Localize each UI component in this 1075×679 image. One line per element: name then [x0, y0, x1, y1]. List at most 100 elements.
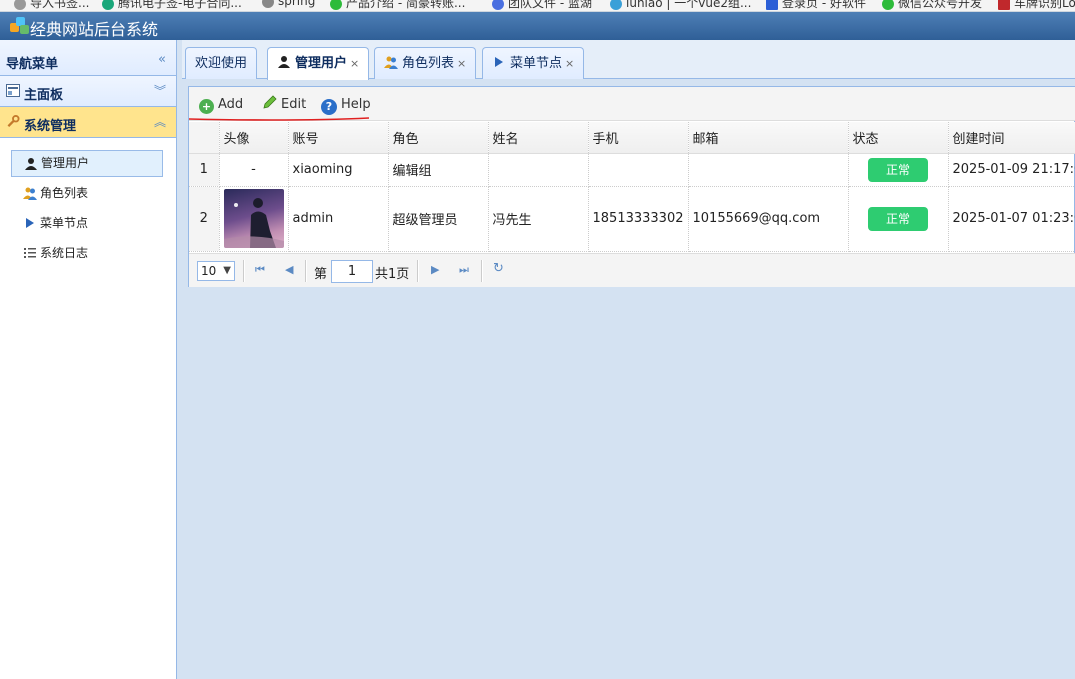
- avatar: [223, 189, 284, 248]
- content-tabs: 欢迎使用 管理用户 × 角色列表 × 菜单节点 ×: [182, 40, 1075, 80]
- pager-divider: [481, 260, 483, 282]
- table-row[interactable]: 2 admin 超级管理员 冯先生 18513333302 10155669@q…: [189, 186, 1075, 252]
- account-cell: xiaoming: [288, 153, 389, 187]
- created-cell: 2025-01-09 21:17:02: [948, 153, 1075, 187]
- bookmark-item[interactable]: 产品介绍 - 简豪转账...: [330, 0, 465, 11]
- user-table: 头像 账号 角色 姓名 手机 邮箱 状态 创建时间 1 - xiaoming 编…: [189, 122, 1075, 252]
- grid-toolbar: + Add Edit ? Help: [189, 87, 1075, 121]
- bookmark-label: 登录页 - 好软件: [782, 0, 866, 10]
- column-header-status[interactable]: 状态: [848, 122, 949, 154]
- close-icon[interactable]: ×: [457, 57, 466, 70]
- tab-welcome[interactable]: 欢迎使用: [185, 47, 258, 79]
- bookmark-item[interactable]: luniao | 一个vue2组...: [610, 0, 751, 11]
- bookmark-label: luniao | 一个vue2组...: [626, 0, 752, 10]
- bookmark-item[interactable]: 微信公众号开发: [882, 0, 982, 11]
- bookmark-item[interactable]: spring: [262, 0, 315, 8]
- page-size-value: 10: [201, 264, 217, 278]
- play-icon: [495, 57, 503, 67]
- sidebar-section-label: 主面板: [24, 88, 64, 103]
- sidebar-item-menu-nodes[interactable]: 菜单节点: [11, 210, 163, 237]
- user-icon: [25, 158, 37, 170]
- avatar-cell: [219, 186, 289, 252]
- app-header: 经典网站后台系统: [0, 12, 1075, 40]
- status-cell: 正常: [848, 186, 949, 252]
- column-header-created[interactable]: 创建时间: [948, 122, 1075, 154]
- status-badge: 正常: [868, 206, 928, 231]
- close-icon[interactable]: ×: [565, 57, 574, 70]
- bookmark-label: 导入书签...: [30, 0, 90, 10]
- double-chevron-down-icon: ︾: [153, 84, 166, 98]
- last-page-icon[interactable]: ⏭: [459, 263, 469, 277]
- tab-role-list[interactable]: 角色列表 ×: [374, 47, 477, 79]
- column-header-role[interactable]: 角色: [388, 122, 489, 154]
- email-cell: [688, 153, 849, 187]
- app-title: 经典网站后台系统: [30, 20, 159, 39]
- users-icon: [384, 56, 398, 69]
- user-grid-panel: + Add Edit ? Help 头像 账号 角色 姓名 手机 邮箱 状态 创…: [188, 86, 1075, 287]
- name-cell: [488, 153, 589, 187]
- sidebar-item-role-list[interactable]: 角色列表: [11, 180, 163, 207]
- table-header-row: 头像 账号 角色 姓名 手机 邮箱 状态 创建时间: [189, 122, 1075, 154]
- sidebar-item-label: 系统日志: [40, 246, 89, 260]
- tab-label: 菜单节点: [510, 56, 563, 71]
- first-page-icon[interactable]: ⏮: [255, 263, 265, 277]
- bookmark-item[interactable]: 团队文件 - 蓝湖: [492, 0, 592, 11]
- bookmark-item[interactable]: 登录页 - 好软件: [766, 0, 866, 11]
- sidebar-section-system[interactable]: 系统管理 ︽: [0, 107, 176, 138]
- sidebar-item-system-log[interactable]: 系统日志: [11, 240, 163, 267]
- next-page-icon[interactable]: ▶: [431, 263, 439, 276]
- created-cell: 2025-01-07 01:23:06: [948, 186, 1075, 252]
- column-header-name[interactable]: 姓名: [488, 122, 589, 154]
- edit-button-label: Edit: [281, 97, 307, 112]
- edit-button[interactable]: Edit: [262, 95, 306, 115]
- pager-divider: [243, 260, 245, 282]
- grid-viewport: + Add Edit ? Help 头像 账号 角色 姓名 手机 邮箱 状态 创…: [189, 87, 1075, 287]
- role-cell: 超级管理员: [388, 186, 489, 252]
- sidebar-section-dashboard[interactable]: 主面板 ︾: [0, 76, 176, 107]
- page-size-select[interactable]: 10 ▼: [197, 261, 235, 281]
- prev-page-icon[interactable]: ◀: [285, 263, 293, 276]
- double-chevron-left-icon[interactable]: «: [158, 52, 166, 67]
- help-button-label: Help: [341, 97, 371, 112]
- tab-manage-users[interactable]: 管理用户 ×: [267, 47, 370, 80]
- bookmark-label: 腾讯电子签-电子合同...: [118, 0, 242, 10]
- column-header-avatar[interactable]: 头像: [219, 122, 289, 154]
- column-header-email[interactable]: 邮箱: [688, 122, 849, 154]
- refresh-icon[interactable]: ↻: [493, 261, 504, 276]
- pencil-icon: [263, 95, 277, 109]
- name-cell: 冯先生: [488, 186, 589, 252]
- row-number: 2: [189, 186, 220, 252]
- sidebar-item-manage-users[interactable]: 管理用户: [11, 150, 163, 177]
- page-number-input[interactable]: 1: [331, 260, 373, 283]
- bookmark-item[interactable]: 车牌识别Lo: [998, 0, 1075, 11]
- table-row[interactable]: 1 - xiaoming 编辑组 正常 2025-01-09 21:17:02: [189, 153, 1075, 187]
- bookmark-label: spring: [278, 0, 316, 8]
- sidebar-title: 导航菜单: [6, 57, 59, 72]
- play-icon: [26, 218, 34, 228]
- list-icon: [24, 248, 36, 258]
- page-prefix-label: 第: [314, 267, 328, 282]
- email-cell: 10155669@qq.com: [688, 186, 849, 252]
- help-button[interactable]: ? Help: [321, 95, 371, 115]
- row-number-header: [189, 122, 220, 154]
- column-header-account[interactable]: 账号: [288, 122, 389, 154]
- avatar-cell: -: [219, 153, 289, 187]
- tab-menu-nodes[interactable]: 菜单节点 ×: [482, 47, 585, 79]
- bookmark-item[interactable]: 腾讯电子签-电子合同...: [102, 0, 242, 11]
- add-button-label: Add: [218, 97, 244, 112]
- app-logo-icon: [10, 17, 30, 35]
- close-icon[interactable]: ×: [350, 57, 359, 70]
- sidebar-item-label: 菜单节点: [40, 216, 89, 230]
- add-button[interactable]: + Add: [199, 95, 243, 115]
- help-icon: ?: [321, 99, 337, 115]
- bookmark-item[interactable]: 导入书签...: [14, 0, 89, 11]
- sidebar-menu: 管理用户 角色列表 菜单节点 系统日志: [0, 138, 176, 267]
- avatar-image: [223, 198, 284, 248]
- bookmark-label: 产品介绍 - 简豪转账...: [346, 0, 466, 10]
- bookmarks-bar: 导入书签... 腾讯电子签-电子合同... spring 产品介绍 - 简豪转账…: [0, 0, 1075, 12]
- account-cell: admin: [288, 186, 389, 252]
- double-chevron-up-icon: ︽: [153, 115, 166, 129]
- column-header-phone[interactable]: 手机: [588, 122, 689, 154]
- pagination-bar: 10 ▼ ⏮ ◀ 第 1 共1页 ▶ ⏭ ↻: [189, 253, 1075, 287]
- users-icon: [23, 187, 37, 200]
